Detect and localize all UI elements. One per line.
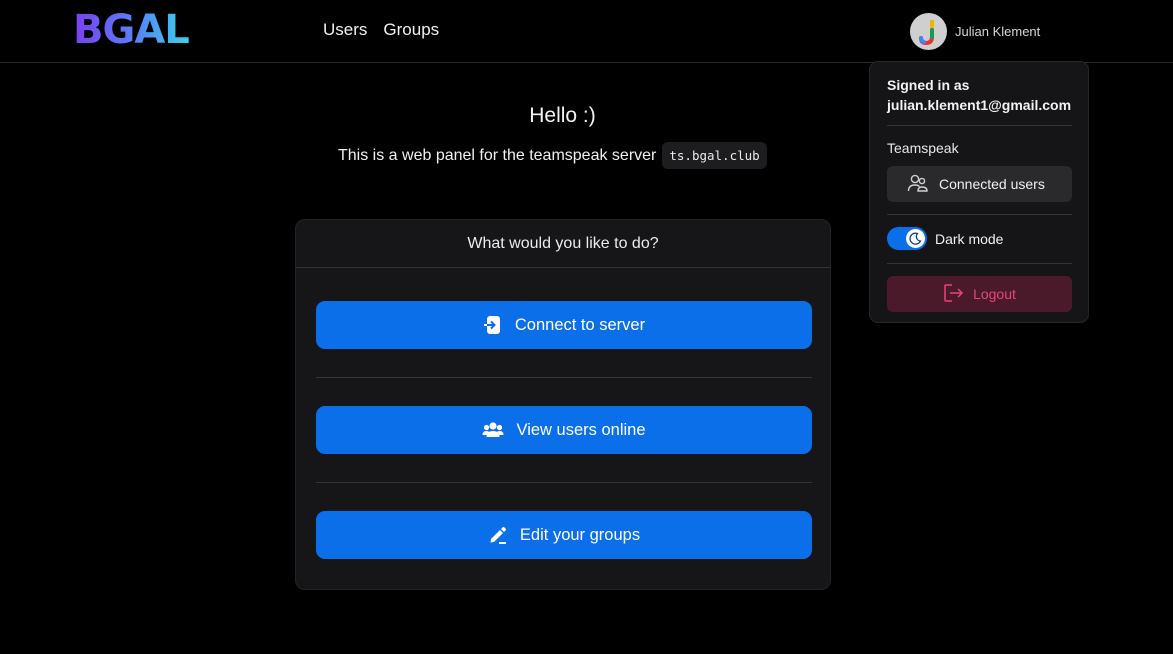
connect-to-server-label: Connect to server [514,315,646,334]
section-label-teamspeak: Teamspeak [887,140,959,156]
actions-card: What would you like to do? Connect to se… [295,219,831,590]
divider [316,377,812,378]
logout-icon [943,283,965,306]
logo[interactable]: BGAL [73,7,190,53]
nav-link-users[interactable]: Users [323,20,367,40]
edit-icon [488,525,508,545]
main-nav: Users Groups [323,20,439,40]
card-title: What would you like to do? [296,220,830,268]
connect-to-server-button[interactable]: Connect to server [316,301,812,349]
signed-in-label: Signed in as [887,77,970,93]
nav-link-groups[interactable]: Groups [383,20,439,40]
edit-your-groups-button[interactable]: Edit your groups [316,511,812,559]
dark-mode-row: Dark mode [887,227,1003,250]
user-name: Julian Klement [955,24,1041,39]
divider [887,125,1072,126]
edit-your-groups-label: Edit your groups [519,525,641,544]
signed-in-info: Signed in as julian.klement1@gmail.com [887,75,1071,115]
users-icon [482,421,504,439]
user-dropdown-menu: Signed in as julian.klement1@gmail.com T… [869,61,1089,323]
avatar [910,13,947,50]
dark-mode-label: Dark mode [935,230,1004,247]
users-outline-icon [907,173,929,196]
view-users-online-label: View users online [516,420,646,439]
connected-users-label: Connected users [939,176,1045,192]
avatar-letter-icon [919,20,934,46]
user-email: julian.klement1@gmail.com [887,97,1072,113]
page-subtitle: This is a web panel for the teamspeak se… [338,142,767,169]
logout-button[interactable]: Logout [887,276,1072,312]
divider [887,214,1072,215]
divider [887,263,1072,264]
dark-mode-toggle[interactable] [887,227,927,250]
connected-users-button[interactable]: Connected users [887,166,1072,202]
subtitle-text: This is a web panel for the teamspeak se… [338,146,657,164]
server-address: ts.bgal.club [662,142,767,169]
divider [316,482,812,483]
logout-label: Logout [973,286,1016,302]
login-icon [483,315,503,335]
user-menu-button[interactable]: Julian Klement [910,13,1040,50]
top-navbar: BGAL Users Groups Julian Klement [0,0,1173,63]
view-users-online-button[interactable]: View users online [316,406,812,454]
moon-icon [906,229,925,248]
